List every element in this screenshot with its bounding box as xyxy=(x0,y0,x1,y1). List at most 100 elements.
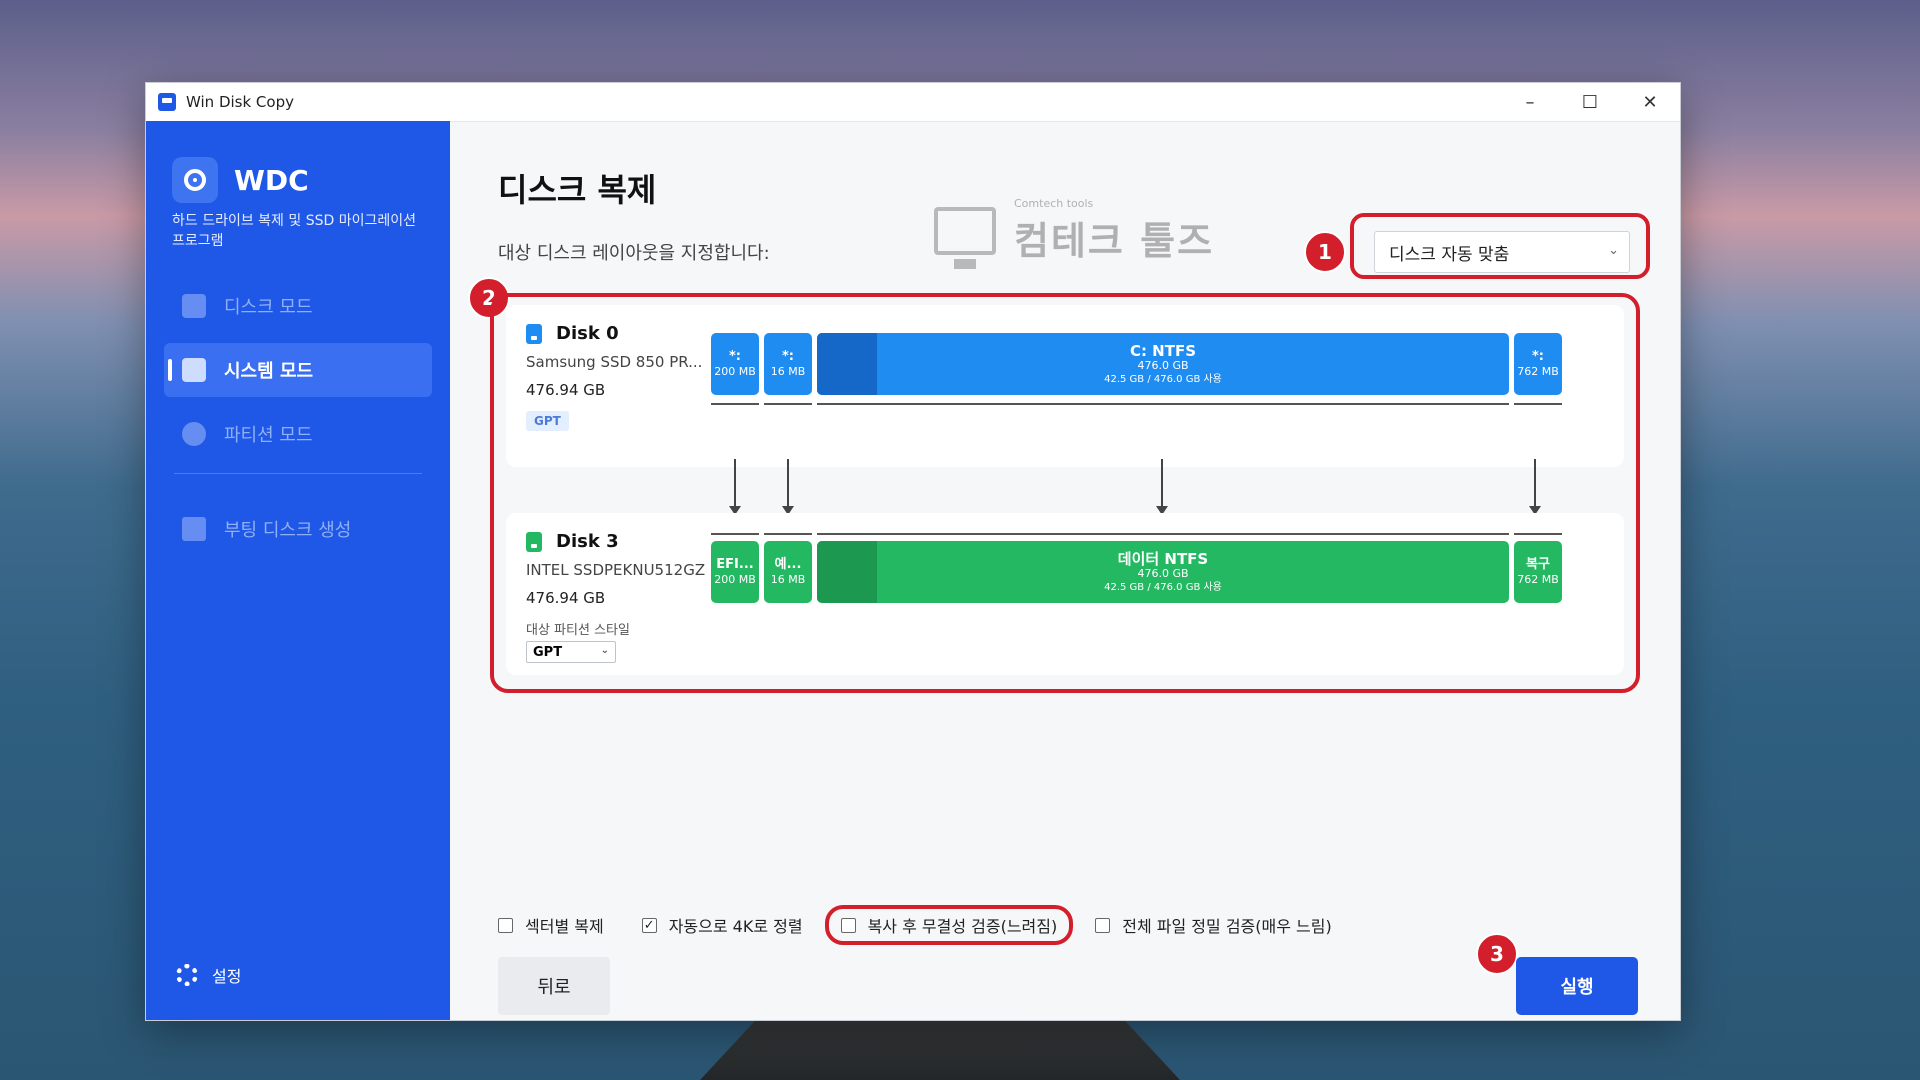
partition-size: 476.0 GB xyxy=(1137,566,1189,580)
partition-label: 예... xyxy=(774,557,802,572)
checkbox[interactable] xyxy=(840,917,856,933)
chevron-down-icon: ⌄ xyxy=(1608,243,1619,258)
checkbox-checked[interactable]: ✓ xyxy=(641,917,657,933)
mapping-arrow xyxy=(782,459,794,515)
partition-size: 200 MB xyxy=(714,573,756,586)
target-partition-bar: EFI... 200 MB 예... 16 MB 데이터 NTFS 476.0 … xyxy=(711,533,1577,605)
watermark: Comtech tools 컴테크 툴즈 xyxy=(934,197,1215,269)
sidebar-item-label: 디스크 모드 xyxy=(224,297,313,318)
sidebar-divider xyxy=(174,473,422,474)
disk-mode-icon xyxy=(182,294,206,318)
pie-chart-icon xyxy=(182,422,206,446)
source-disk-name-text: Disk 0 xyxy=(556,323,619,344)
title-bar[interactable]: Win Disk Copy – ☐ ✕ xyxy=(146,83,1680,122)
partition-overline xyxy=(764,533,812,535)
option-verify-after-copy[interactable]: 복사 후 무결성 검증(느려짐) xyxy=(824,905,1074,945)
target-partition-recovery[interactable]: 복구 762 MB xyxy=(1514,541,1562,603)
option-sector-by-sector[interactable]: 섹터별 복제 xyxy=(498,913,604,937)
brand: WDC xyxy=(172,157,309,203)
target-disk-card: Disk 3 INTEL SSDPEKNU512GZ 476.94 GB 대상 … xyxy=(506,513,1624,675)
disk-layout-select-value: 디스크 자동 맞춤 xyxy=(1389,244,1510,265)
partition-underline xyxy=(817,403,1509,405)
checkbox[interactable] xyxy=(1095,917,1111,933)
app-icon xyxy=(158,93,176,111)
partition-underline xyxy=(764,403,812,405)
watermark-text: 컴테크 툴즈 xyxy=(1014,219,1215,263)
sidebar-item-label: 부팅 디스크 생성 xyxy=(224,520,352,541)
partition-size: 16 MB xyxy=(770,365,806,378)
checkbox[interactable] xyxy=(498,917,513,933)
brand-description: 하드 드라이브 복제 및 SSD 마이그레이션 프로그램 xyxy=(172,213,417,249)
copy-options: 섹터별 복제 ✓ 자동으로 4K로 정렬 복사 후 무결성 검증(느려짐) 전체… xyxy=(498,905,1370,945)
sidebar-item-create-boot-disk[interactable]: 부팅 디스크 생성 xyxy=(164,502,432,556)
mapping-arrow xyxy=(729,459,741,515)
partition-label: 복구 xyxy=(1526,557,1550,572)
window-title: Win Disk Copy xyxy=(186,93,294,111)
sidebar-item-disk-mode[interactable]: 디스크 모드 xyxy=(164,279,432,333)
target-disk-name-text: Disk 3 xyxy=(556,531,619,552)
source-partition-c[interactable]: C: NTFS 476.0 GB 42.5 GB / 476.0 GB 사용 xyxy=(817,333,1509,395)
watermark-small-text: Comtech tools xyxy=(1014,197,1094,210)
annotation-badge-1: 1 xyxy=(1304,231,1346,273)
mapping-arrow xyxy=(1156,459,1168,515)
disk-icon xyxy=(526,531,542,552)
source-partition-bar: *: 200 MB *: 16 MB C: NTFS 476.0 GB 42.5… xyxy=(711,333,1577,405)
main-content: 디스크 복제 대상 디스크 레이아웃을 지정합니다: Comtech tools… xyxy=(450,121,1680,1020)
target-partition-reserved[interactable]: 예... 16 MB xyxy=(764,541,812,603)
source-disk-model: Samsung SSD 850 PR... xyxy=(526,353,703,371)
source-disk-name: Disk 0 xyxy=(526,323,619,344)
settings-button[interactable]: 설정 xyxy=(176,963,241,987)
disk-layout-select[interactable]: 디스크 자동 맞춤 ⌄ xyxy=(1374,231,1630,273)
partition-overline xyxy=(1514,533,1562,535)
target-partition-data[interactable]: 데이터 NTFS 476.0 GB 42.5 GB / 476.0 GB 사용 xyxy=(817,541,1509,603)
partition-used-fill xyxy=(817,541,877,603)
option-label: 복사 후 무결성 검증(느려짐) xyxy=(867,917,1058,936)
source-disk-size: 476.94 GB xyxy=(526,381,606,399)
layout-select-highlight: 디스크 자동 맞춤 ⌄ xyxy=(1350,213,1650,279)
target-disk-model: INTEL SSDPEKNU512GZ xyxy=(526,561,706,579)
partition-label: 데이터 NTFS xyxy=(1117,549,1209,568)
option-label: 전체 파일 정밀 검증(매우 느림) xyxy=(1122,917,1332,936)
source-partition-4[interactable]: *: 762 MB xyxy=(1514,333,1562,395)
sidebar-nav: 디스크 모드 시스템 모드 파티션 모드 부팅 디스크 생성 xyxy=(164,279,432,566)
source-disk-card: Disk 0 Samsung SSD 850 PR... 476.94 GB G… xyxy=(506,305,1624,467)
page-title: 디스크 복제 xyxy=(498,171,657,209)
target-partition-style-label: 대상 파티션 스타일 xyxy=(526,623,630,638)
partition-used-fill xyxy=(817,333,877,395)
sidebar-item-label: 시스템 모드 xyxy=(224,361,314,382)
close-button[interactable]: ✕ xyxy=(1620,83,1680,121)
partition-label: *: xyxy=(782,349,794,364)
target-partition-efi[interactable]: EFI... 200 MB xyxy=(711,541,759,603)
source-disk-style-badge: GPT xyxy=(526,411,569,431)
brand-name: WDC xyxy=(234,163,309,197)
partition-size: 476.0 GB xyxy=(1137,358,1189,372)
back-button[interactable]: 뒤로 xyxy=(498,957,610,1015)
run-button[interactable]: 실행 xyxy=(1516,957,1638,1015)
partition-size: 762 MB xyxy=(1517,573,1559,586)
partition-size: 16 MB xyxy=(770,573,806,586)
maximize-button[interactable]: ☐ xyxy=(1560,83,1620,121)
monitor-icon xyxy=(182,358,206,382)
sidebar-item-partition-mode[interactable]: 파티션 모드 xyxy=(164,407,432,461)
sidebar-item-label: 파티션 모드 xyxy=(224,425,313,446)
chevron-down-icon: ⌄ xyxy=(600,645,609,656)
partition-label: EFI... xyxy=(716,557,754,572)
partition-overline xyxy=(711,533,759,535)
target-disk-name: Disk 3 xyxy=(526,531,619,552)
source-partition-2[interactable]: *: 16 MB xyxy=(764,333,812,395)
partition-style-select-value: GPT xyxy=(533,644,563,660)
option-align-4k[interactable]: ✓ 자동으로 4K로 정렬 xyxy=(641,913,803,937)
source-partition-1[interactable]: *: 200 MB xyxy=(711,333,759,395)
partition-style-select[interactable]: GPT ⌄ xyxy=(526,641,616,663)
settings-label: 설정 xyxy=(212,967,242,986)
partition-underline xyxy=(711,403,759,405)
sidebar: WDC 하드 드라이브 복제 및 SSD 마이그레이션 프로그램 디스크 모드 … xyxy=(146,121,450,1020)
minimize-button[interactable]: – xyxy=(1500,83,1560,121)
target-disk-size: 476.94 GB xyxy=(526,589,606,607)
partition-usage: 42.5 GB / 476.0 GB 사용 xyxy=(1104,373,1222,385)
sidebar-item-system-mode[interactable]: 시스템 모드 xyxy=(164,343,432,397)
watermark-monitor-icon xyxy=(934,207,996,269)
option-full-file-verify[interactable]: 전체 파일 정밀 검증(매우 느림) xyxy=(1095,913,1332,937)
partition-overline xyxy=(817,533,1509,535)
partition-size: 762 MB xyxy=(1517,365,1559,378)
